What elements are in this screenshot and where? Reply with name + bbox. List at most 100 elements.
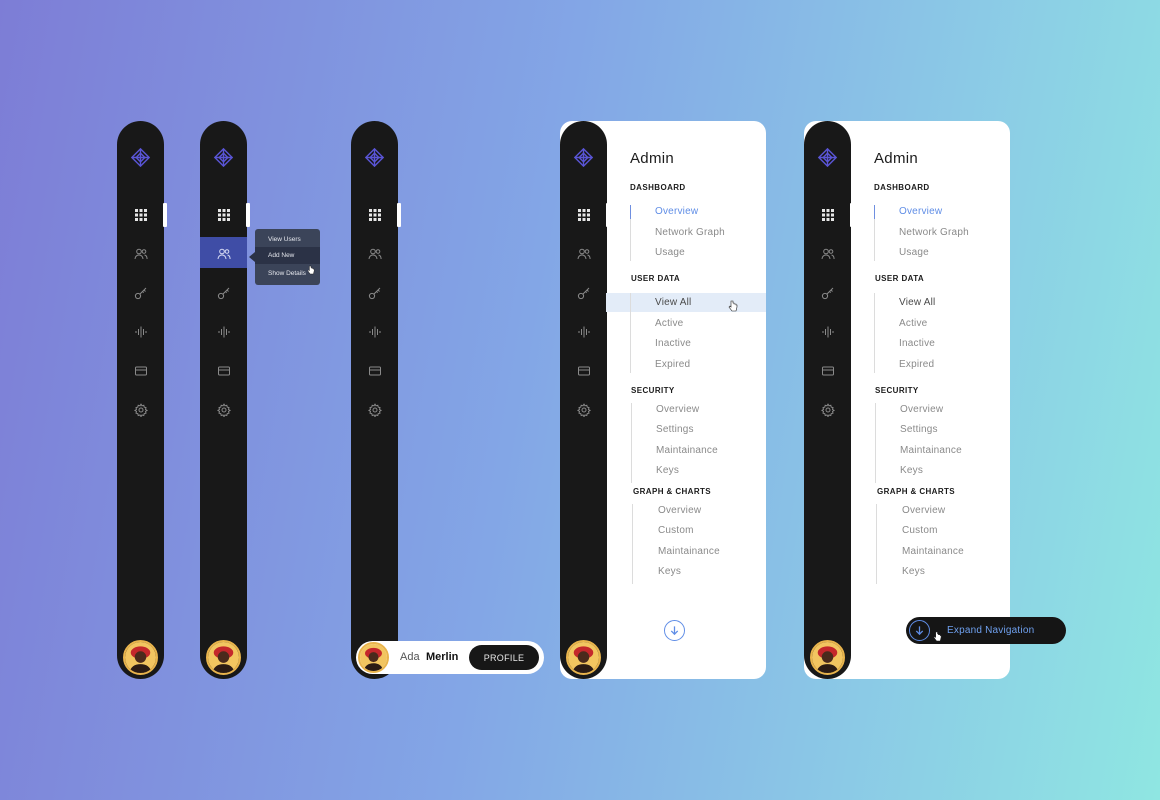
gear-icon[interactable]: [818, 400, 837, 419]
arrow-down-circle-icon[interactable]: [909, 620, 930, 641]
key-icon[interactable]: [214, 283, 233, 302]
arrow-down-circle-icon[interactable]: [664, 620, 685, 641]
profile-pill: Ada Merlin PROFILE: [356, 641, 544, 674]
nav-item-charts-maintainance[interactable]: Maintainance: [658, 546, 720, 557]
admin-panel-hover: Admin DASHBOARD Overview Network Graph U…: [560, 121, 766, 679]
active-indicator: [163, 203, 167, 227]
avatar[interactable]: [123, 640, 158, 675]
nav-item-active[interactable]: Active: [655, 318, 683, 329]
nav-item-charts-custom[interactable]: Custom: [658, 525, 694, 536]
nav-item-network-graph[interactable]: Network Graph: [655, 227, 725, 238]
section-divider: [630, 219, 631, 261]
section-divider: [631, 403, 632, 483]
nav-item-inactive[interactable]: Inactive: [655, 338, 691, 349]
menu-item-view-users[interactable]: View Users: [268, 236, 301, 243]
nav-item-charts-overview[interactable]: Overview: [658, 505, 701, 516]
nav-item-charts-keys[interactable]: Keys: [902, 566, 925, 577]
nav-item-usage[interactable]: Usage: [899, 247, 929, 258]
nav-item-dashboard-overview[interactable]: Overview: [899, 206, 942, 217]
grid-icon[interactable]: [574, 205, 593, 224]
nav-item-usage[interactable]: Usage: [655, 247, 685, 258]
users-icon[interactable]: [131, 244, 150, 263]
section-heading-user-data: USER DATA: [875, 274, 925, 283]
profile-last-name: Merlin: [426, 651, 459, 663]
gear-icon[interactable]: [214, 400, 233, 419]
card-icon[interactable]: [574, 361, 593, 380]
nav-item-security-maintainance[interactable]: Maintainance: [656, 445, 718, 456]
nav-item-security-settings[interactable]: Settings: [656, 424, 694, 435]
hand-cursor-icon: [933, 629, 943, 642]
sidebar-rail: [804, 121, 854, 679]
grid-icon[interactable]: [365, 205, 384, 224]
expand-navigation-button[interactable]: Expand Navigation: [906, 617, 1066, 644]
avatar[interactable]: [206, 640, 241, 675]
avatar[interactable]: [358, 642, 389, 673]
gear-icon[interactable]: [365, 400, 384, 419]
nav-item-security-keys[interactable]: Keys: [900, 465, 923, 476]
nav-item-security-maintainance[interactable]: Maintainance: [900, 445, 962, 456]
diamond-grid-logo-icon[interactable]: [130, 147, 151, 168]
gear-icon[interactable]: [131, 400, 150, 419]
avatar[interactable]: [566, 640, 601, 675]
active-indicator: [850, 203, 854, 227]
sidebar-rail-profile: [351, 121, 401, 679]
audio-wave-icon[interactable]: [818, 322, 837, 341]
diamond-grid-logo-icon[interactable]: [817, 147, 838, 168]
avatar[interactable]: [810, 640, 845, 675]
card-icon[interactable]: [214, 361, 233, 380]
section-heading-security: SECURITY: [875, 386, 919, 395]
key-icon[interactable]: [818, 283, 837, 302]
active-indicator: [246, 203, 250, 227]
menu-item-show-details[interactable]: Show Details: [268, 270, 306, 277]
nav-item-view-all[interactable]: View All: [899, 297, 935, 308]
nav-item-active[interactable]: Active: [899, 318, 927, 329]
audio-wave-icon[interactable]: [214, 322, 233, 341]
page-title: Admin: [874, 150, 919, 167]
card-icon[interactable]: [365, 361, 384, 380]
nav-item-charts-maintainance[interactable]: Maintainance: [902, 546, 964, 557]
nav-item-charts-custom[interactable]: Custom: [902, 525, 938, 536]
grid-icon[interactable]: [214, 205, 233, 224]
nav-item-security-overview[interactable]: Overview: [656, 404, 699, 415]
nav-item-charts-keys[interactable]: Keys: [658, 566, 681, 577]
key-icon[interactable]: [131, 283, 150, 302]
nav-item-dashboard-overview[interactable]: Overview: [655, 206, 698, 217]
audio-wave-icon[interactable]: [365, 322, 384, 341]
key-icon[interactable]: [365, 283, 384, 302]
active-indicator: [397, 203, 401, 227]
nav-item-security-overview[interactable]: Overview: [900, 404, 943, 415]
section-heading-dashboard: DASHBOARD: [874, 183, 930, 192]
nav-item-charts-overview[interactable]: Overview: [902, 505, 945, 516]
users-icon[interactable]: [365, 244, 384, 263]
card-icon[interactable]: [818, 361, 837, 380]
diamond-grid-logo-icon[interactable]: [573, 147, 594, 168]
grid-icon[interactable]: [131, 205, 150, 224]
gear-icon[interactable]: [574, 400, 593, 419]
users-icon[interactable]: [214, 244, 233, 263]
active-marker: [874, 205, 875, 219]
nav-item-expired[interactable]: Expired: [899, 359, 934, 370]
users-icon[interactable]: [574, 244, 593, 263]
section-heading-dashboard: DASHBOARD: [630, 183, 686, 192]
profile-button[interactable]: PROFILE: [469, 645, 539, 670]
nav-item-expired[interactable]: Expired: [655, 359, 690, 370]
audio-wave-icon[interactable]: [574, 322, 593, 341]
diamond-grid-logo-icon[interactable]: [364, 147, 385, 168]
audio-wave-icon[interactable]: [131, 322, 150, 341]
diamond-grid-logo-icon[interactable]: [213, 147, 234, 168]
admin-panel-expand: Admin DASHBOARD Overview Network Graph U…: [804, 121, 1010, 679]
section-heading-graph-charts: GRAPH & CHARTS: [633, 487, 712, 496]
nav-item-inactive[interactable]: Inactive: [899, 338, 935, 349]
nav-item-security-keys[interactable]: Keys: [656, 465, 679, 476]
nav-item-network-graph[interactable]: Network Graph: [899, 227, 969, 238]
section-divider: [875, 403, 876, 483]
sidebar-rail-with-menu: [200, 121, 250, 679]
grid-icon[interactable]: [818, 205, 837, 224]
sidebar-rail: [560, 121, 610, 679]
users-icon[interactable]: [818, 244, 837, 263]
card-icon[interactable]: [131, 361, 150, 380]
menu-item-add-new[interactable]: Add New: [268, 252, 294, 259]
nav-item-view-all[interactable]: View All: [655, 297, 691, 308]
key-icon[interactable]: [574, 283, 593, 302]
nav-item-security-settings[interactable]: Settings: [900, 424, 938, 435]
